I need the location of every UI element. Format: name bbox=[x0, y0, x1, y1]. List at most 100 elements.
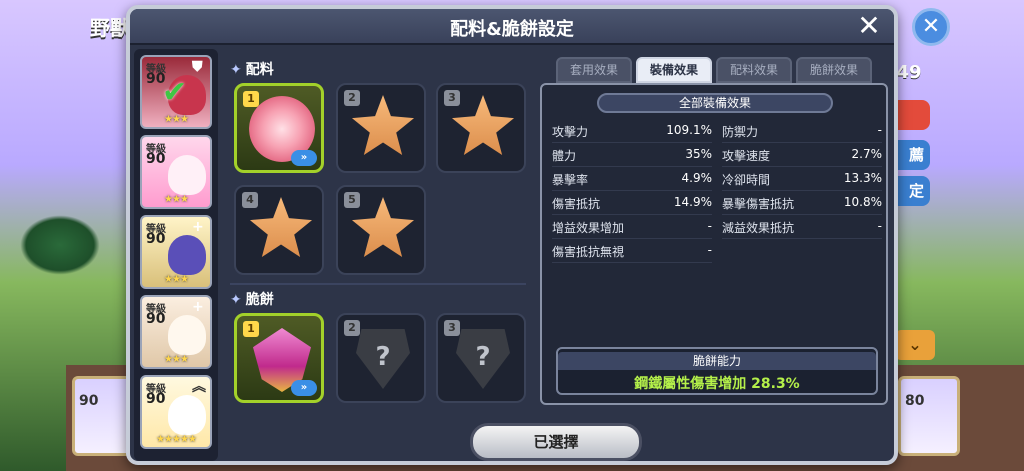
tab-apply-effect[interactable]: 套用效果 bbox=[556, 57, 632, 83]
background-card-level: 90 bbox=[79, 393, 99, 409]
stat-row: 減益效果抵抗 - bbox=[722, 215, 882, 239]
sparkle-icon: ✦ bbox=[230, 292, 242, 308]
slot-number: 2 bbox=[344, 90, 360, 106]
cookie-stars: ★★★ bbox=[164, 354, 189, 365]
stat-name: 冷卻時間 bbox=[722, 173, 771, 187]
cookie-portrait bbox=[168, 315, 206, 355]
locked-biscuit-icon: ? bbox=[356, 329, 410, 389]
cookie-stars: ★★★ bbox=[164, 194, 189, 205]
topping-slot-1[interactable]: 1 » bbox=[234, 83, 324, 173]
stat-value: - bbox=[877, 123, 882, 137]
topping-slot-5[interactable]: 5 bbox=[336, 185, 426, 275]
stat-name: 暴擊傷害抵抗 bbox=[722, 197, 795, 211]
selected-check-icon: ✔ bbox=[162, 75, 188, 110]
biscuit-ability-desc: 鋼鐵屬性傷害增加 28.3% bbox=[634, 376, 800, 392]
cookie-level: 90 bbox=[146, 311, 166, 327]
biscuit-ability-title: 脆餅能力 bbox=[558, 352, 876, 370]
stat-name: 傷害抵抗無視 bbox=[552, 245, 625, 259]
stat-name: 攻擊速度 bbox=[722, 149, 771, 163]
cookie-card-4[interactable]: 等級 90 + ★★★ bbox=[140, 295, 212, 369]
modal-header: 配料&脆餅設定 ✕ bbox=[130, 9, 894, 45]
topping-slot-2[interactable]: 2 bbox=[336, 83, 426, 173]
stat-name: 防禦力 bbox=[722, 125, 759, 139]
cookie-portrait bbox=[168, 395, 206, 435]
stat-value: - bbox=[877, 219, 882, 233]
stat-row: 體力 35% bbox=[552, 143, 712, 167]
plus-icon: + bbox=[192, 219, 204, 235]
stat-row: 增益效果增加 - bbox=[552, 215, 712, 239]
cookie-card-3[interactable]: 等級 90 + ★★★ bbox=[140, 215, 212, 289]
cookie-stars: ★★★ bbox=[164, 114, 189, 125]
background-close-icon[interactable]: ✕ bbox=[912, 8, 950, 46]
background-tree bbox=[20, 215, 100, 275]
stat-row: 防禦力 - bbox=[722, 119, 882, 143]
chevron-up-icon: ︽ bbox=[192, 379, 206, 395]
biscuit-slot-3[interactable]: 3 ? bbox=[436, 313, 526, 403]
stat-value: 4.9% bbox=[681, 171, 713, 185]
cookie-level: 90 bbox=[146, 231, 166, 247]
cookie-level: 90 bbox=[146, 391, 166, 407]
slot-number: 1 bbox=[243, 321, 259, 337]
empty-star-icon bbox=[351, 95, 415, 156]
tab-topping-effect[interactable]: 配料效果 bbox=[716, 57, 792, 83]
slot-number: 3 bbox=[444, 320, 460, 336]
modal-title: 配料&脆餅設定 bbox=[450, 19, 574, 40]
cookie-stars: ★★★ bbox=[164, 274, 189, 285]
stat-row: 傷害抵抗無視 - bbox=[552, 239, 712, 263]
topping-slot-4[interactable]: 4 bbox=[234, 185, 324, 275]
slot-number: 4 bbox=[242, 192, 258, 208]
empty-star-icon bbox=[451, 95, 515, 156]
biscuit-slot-1[interactable]: 1 » bbox=[234, 313, 324, 403]
slot-number: 5 bbox=[344, 192, 360, 208]
effects-header: 全部裝備效果 bbox=[597, 93, 833, 113]
close-icon[interactable]: ✕ bbox=[854, 12, 884, 42]
stat-value: 10.8% bbox=[843, 195, 882, 209]
locked-biscuit-icon: ? bbox=[456, 329, 510, 389]
cookie-card-2[interactable]: 等級 90 ★★★ bbox=[140, 135, 212, 209]
effects-panel: 全部裝備效果 攻擊力 109.1% 體力 35% 暴擊率 4.9% 傷害抵抗 1… bbox=[540, 83, 888, 405]
biscuit-slot-2[interactable]: 2 ? bbox=[336, 313, 426, 403]
slot-number: 1 bbox=[243, 91, 259, 107]
cookie-level: 90 bbox=[146, 151, 166, 167]
upgrade-button[interactable]: » bbox=[291, 380, 317, 396]
upgrade-button[interactable]: » bbox=[291, 150, 317, 166]
cookie-portrait bbox=[168, 155, 206, 195]
topping-slot-3[interactable]: 3 bbox=[436, 83, 526, 173]
stat-name: 攻擊力 bbox=[552, 125, 589, 139]
stat-value: 14.9% bbox=[673, 195, 712, 209]
stat-value: 109.1% bbox=[666, 123, 712, 137]
stat-name: 增益效果增加 bbox=[552, 221, 625, 235]
section-divider bbox=[230, 283, 526, 285]
stat-name: 減益效果抵抗 bbox=[722, 221, 795, 235]
cookie-portrait bbox=[168, 235, 206, 275]
cookie-card-1[interactable]: 等級 90 ✔ ⛊ ★★★ bbox=[140, 55, 212, 129]
cookie-card-5[interactable]: 等級 90 ︽ ★★★★★ bbox=[140, 375, 212, 449]
biscuit-ability-box: 脆餅能力 鋼鐵屬性傷害增加 28.3% bbox=[556, 347, 878, 395]
stat-row: 攻擊力 109.1% bbox=[552, 119, 712, 143]
biscuits-label: ✦ 脆餅 bbox=[230, 289, 274, 309]
stat-row: 暴擊傷害抵抗 10.8% bbox=[722, 191, 882, 215]
cookie-stars: ★★★★★ bbox=[156, 434, 197, 445]
tab-equip-effect[interactable]: 裝備效果 bbox=[636, 57, 712, 83]
toppings-label-text: 配料 bbox=[245, 62, 274, 78]
background-title: 野獸 bbox=[90, 16, 130, 40]
empty-star-icon bbox=[249, 197, 313, 258]
stat-value: - bbox=[707, 219, 712, 233]
toppings-label: ✦ 配料 bbox=[230, 59, 274, 79]
stat-row: 冷卻時間 13.3% bbox=[722, 167, 882, 191]
selected-button[interactable]: 已選擇 bbox=[470, 423, 642, 461]
stat-row: 攻擊速度 2.7% bbox=[722, 143, 882, 167]
stat-name: 體力 bbox=[552, 149, 577, 163]
tab-biscuit-effect[interactable]: 脆餅效果 bbox=[796, 57, 872, 83]
biscuits-label-text: 脆餅 bbox=[245, 292, 274, 308]
stat-name: 暴擊率 bbox=[552, 173, 589, 187]
cookie-list[interactable]: 等級 90 ✔ ⛊ ★★★ 等級 90 ★★★ 等級 90 + ★★★ 等級 9… bbox=[134, 49, 218, 461]
shield-icon: ⛊ bbox=[192, 59, 203, 75]
stat-value: 2.7% bbox=[851, 147, 883, 161]
background-card-left[interactable]: 90 bbox=[72, 376, 134, 456]
background-card-right[interactable]: 80 bbox=[898, 376, 960, 456]
background-dropdown-button[interactable]: ⌄ bbox=[895, 330, 935, 360]
stat-value: - bbox=[707, 243, 712, 257]
stat-row: 暴擊率 4.9% bbox=[552, 167, 712, 191]
slot-number: 3 bbox=[444, 90, 460, 106]
